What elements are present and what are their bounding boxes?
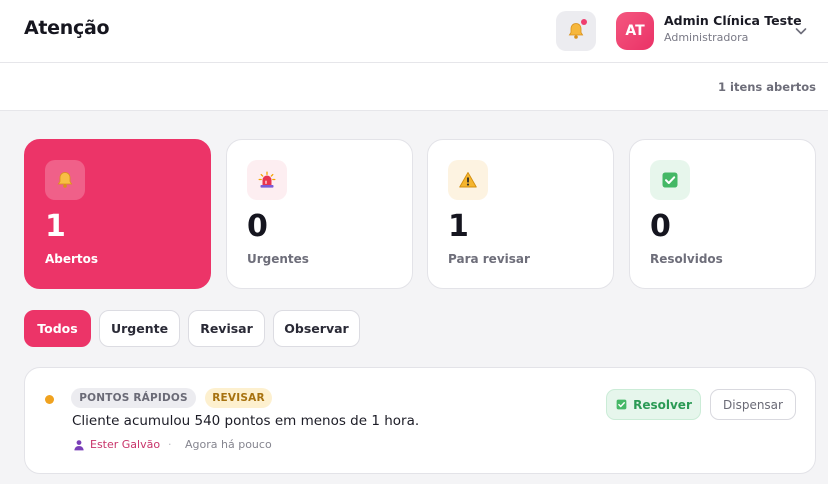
page-title: Atenção: [24, 17, 110, 39]
notification-dot: [581, 19, 587, 25]
top-header: Atenção AT Admin Clínica Teste Administr…: [0, 0, 828, 63]
stat-icon-container: [45, 160, 85, 200]
resolve-label: Resolver: [633, 397, 692, 412]
siren-icon: [258, 171, 276, 188]
notifications-button[interactable]: [556, 11, 596, 51]
priority-dot: [45, 395, 54, 404]
stat-value: 0: [650, 209, 671, 244]
stat-icon-container: [650, 160, 690, 200]
summary-bar: 1 itens abertos: [0, 63, 828, 111]
avatar[interactable]: AT: [616, 12, 654, 50]
filter-observar[interactable]: Observar: [273, 310, 360, 347]
filter-urgente[interactable]: Urgente: [99, 310, 180, 347]
filter-revisar[interactable]: Revisar: [188, 310, 265, 347]
stat-icon-container: [448, 160, 488, 200]
resolve-button[interactable]: Resolver: [606, 389, 701, 420]
item-description: Cliente acumulou 540 pontos em menos de …: [72, 413, 420, 429]
chevron-down-icon[interactable]: [792, 22, 810, 40]
item-timestamp: Agora há pouco: [185, 438, 272, 451]
stat-label: Resolvidos: [650, 252, 723, 266]
filter-todos[interactable]: Todos: [24, 310, 91, 347]
attention-item-card: PONTOS RÁPIDOS REVISAR Cliente acumulou …: [24, 367, 816, 474]
stat-card-resolvidos[interactable]: 0 Resolvidos: [629, 139, 816, 289]
stat-icon-container: [247, 160, 287, 200]
stat-card-abertos[interactable]: 1 Abertos: [24, 139, 211, 289]
stat-label: Urgentes: [247, 252, 309, 266]
open-items-count: 1 itens abertos: [718, 80, 816, 94]
stat-value: 0: [247, 209, 268, 244]
dismiss-button[interactable]: Dispensar: [710, 389, 796, 420]
stat-label: Para revisar: [448, 252, 530, 266]
bell-icon: [57, 172, 73, 188]
check-box-icon: [616, 399, 627, 410]
stat-card-urgentes[interactable]: 0 Urgentes: [226, 139, 413, 289]
stat-card-para-revisar[interactable]: 1 Para revisar: [427, 139, 614, 289]
status-badge: REVISAR: [205, 388, 272, 408]
user-icon: [74, 439, 84, 450]
author-name: Ester Galvão: [90, 438, 161, 451]
user-name: Admin Clínica Teste: [664, 13, 802, 28]
stat-label: Abertos: [45, 252, 99, 266]
meta-separator: ·: [168, 438, 172, 451]
user-role: Administradora: [664, 31, 749, 44]
stat-value: 1: [45, 209, 66, 244]
stat-value: 1: [448, 209, 469, 244]
warning-icon: [459, 172, 477, 188]
item-author: Ester Galvão: [73, 438, 160, 451]
category-badge: PONTOS RÁPIDOS: [71, 388, 196, 408]
check-box-icon: [662, 172, 678, 188]
